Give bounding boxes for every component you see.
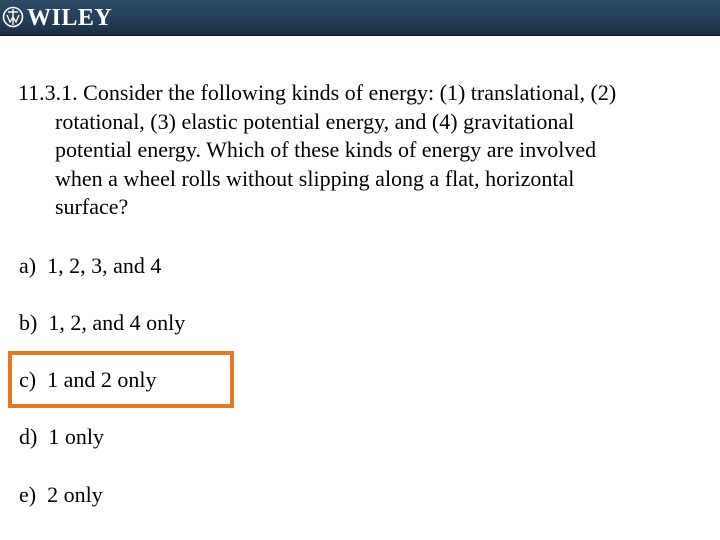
question-line-3: potential energy. Which of these kinds o…	[55, 137, 597, 162]
question-text: 11.3.1. Consider the following kinds of …	[18, 79, 698, 222]
wiley-emblem-icon	[2, 6, 24, 28]
wiley-logo: WILEY	[2, 0, 112, 34]
option-d: d) 1 only	[19, 424, 104, 449]
question-line-2: rotational, (3) elastic potential energy…	[55, 108, 575, 134]
header-bar: WILEY	[0, 0, 720, 36]
question-line-5: surface?	[55, 194, 129, 219]
option-c: c) 1 and 2 only	[19, 367, 157, 392]
logo-text: WILEY	[27, 4, 113, 31]
option-b: b) 1, 2, and 4 only	[19, 310, 186, 335]
question-line-1: 11.3.1. Consider the following kinds of …	[18, 80, 617, 105]
option-e: e) 2 only	[19, 482, 103, 507]
question-line-4: when a wheel rolls without slipping alon…	[55, 165, 575, 191]
option-a: a) 1, 2, 3, and 4	[19, 253, 162, 278]
